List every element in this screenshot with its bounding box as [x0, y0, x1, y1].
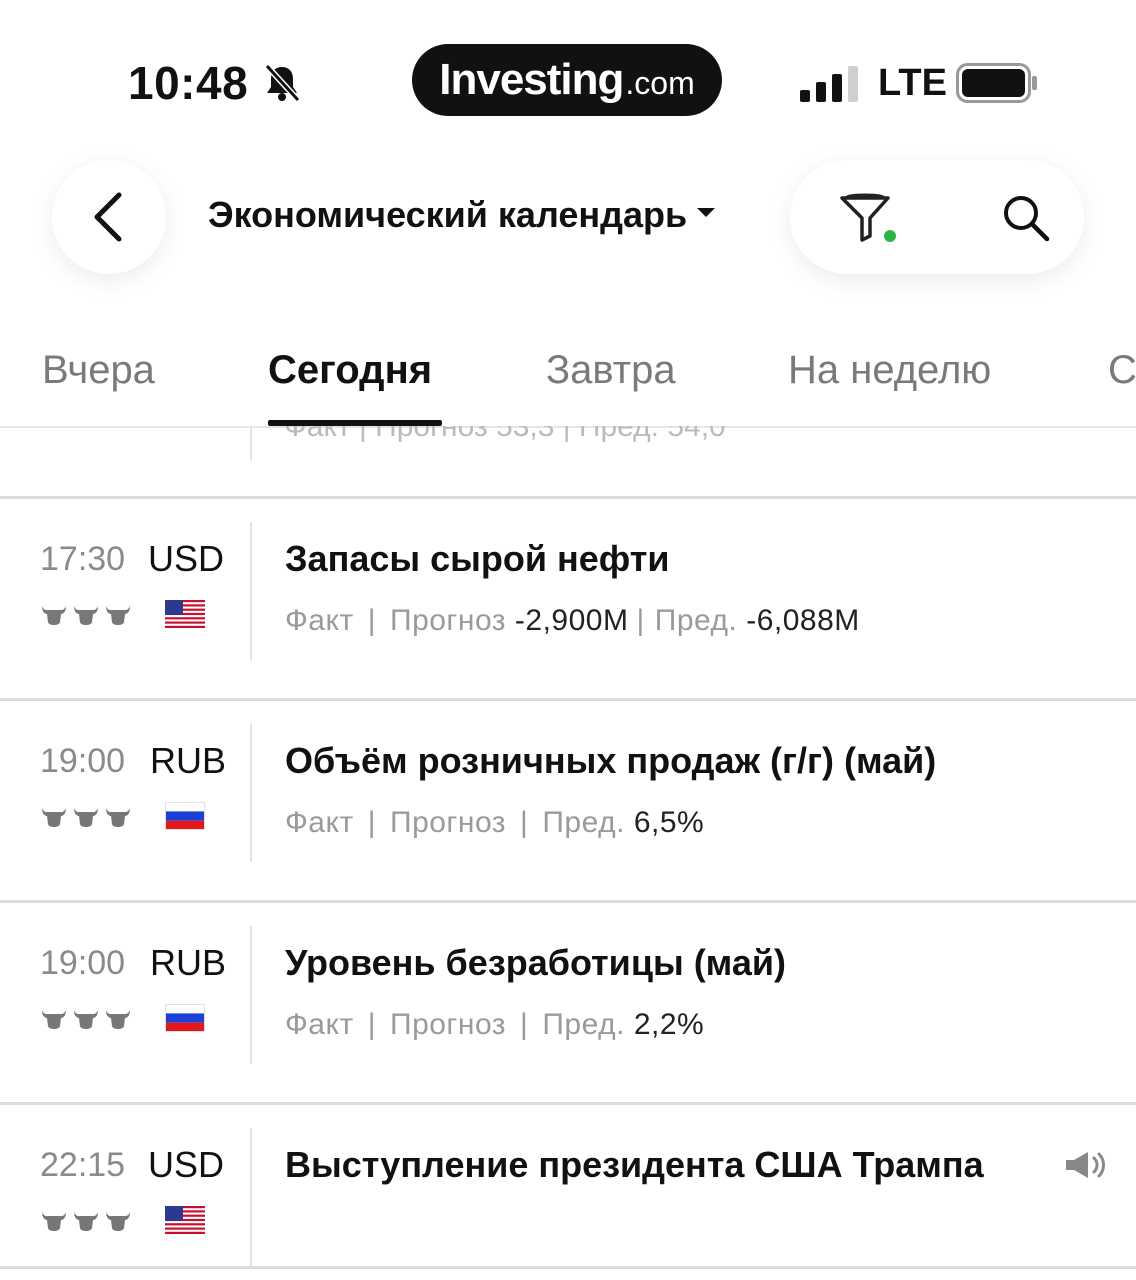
- event-values: Факт | Прогноз | Пред. 6,5%: [285, 806, 705, 839]
- network-type: LTE: [878, 62, 947, 104]
- event-title: Выступление президента США Трампа: [285, 1144, 984, 1185]
- us-flag-icon: [165, 1206, 205, 1234]
- event-time: 22:15: [40, 1146, 126, 1184]
- event-time: 17:30: [40, 540, 126, 578]
- bull-icon: [42, 606, 66, 625]
- list-item-partial[interactable]: Факт | Прогноз 53,3 | Пред. 54,0: [0, 426, 1136, 498]
- row-divider: [250, 522, 252, 660]
- fact-label: Факт: [285, 604, 354, 637]
- event-time: 19:00: [40, 944, 126, 982]
- event-row[interactable]: 22:15 USD Выступление президента США Тра…: [0, 1128, 1136, 1280]
- event-values: Факт | Прогноз -2,900M | Пред. -6,088M: [285, 604, 860, 637]
- us-flag-icon: [165, 600, 205, 628]
- row-separator: [0, 1102, 1136, 1105]
- row-separator: [0, 1266, 1136, 1269]
- chevron-left-icon: [94, 192, 122, 242]
- bull-icon: [74, 1010, 98, 1029]
- event-time: 19:00: [40, 742, 126, 780]
- fact-label: Факт: [285, 1008, 354, 1041]
- date-tabs: Вчера Сегодня Завтра На неделю С: [0, 330, 1136, 428]
- bull-icon: [106, 808, 130, 827]
- signal-icon: [800, 66, 858, 102]
- event-title: Объём розничных продаж (г/г) (май): [285, 740, 937, 781]
- header-actions: [790, 160, 1084, 274]
- search-icon[interactable]: [1000, 192, 1052, 244]
- back-button[interactable]: [52, 160, 166, 274]
- page-title: Экономический календарь: [208, 194, 688, 235]
- event-title: Уровень безработицы (май): [285, 942, 786, 983]
- tab-next-partial[interactable]: С: [1108, 348, 1136, 393]
- importance-indicator: [40, 1006, 136, 1032]
- prev-label: Пред.: [654, 604, 738, 637]
- bull-icon: [106, 606, 130, 625]
- bull-icon: [74, 1212, 98, 1231]
- bull-icon: [42, 808, 66, 827]
- tab-tomorrow[interactable]: Завтра: [546, 348, 676, 393]
- tab-yesterday[interactable]: Вчера: [42, 348, 155, 393]
- event-values: Факт | Прогноз | Пред. 2,2%: [285, 1008, 705, 1041]
- brand-domain: .com: [625, 64, 695, 101]
- prev-label: Пред.: [542, 806, 625, 839]
- event-row[interactable]: 17:30 USD Запасы сырой нефти Факт | Прогно…: [0, 522, 1136, 722]
- row-divider: [250, 724, 252, 862]
- bull-icon: [42, 1212, 66, 1231]
- importance-indicator: [40, 804, 136, 830]
- importance-indicator: [40, 602, 136, 628]
- brand-name: Investing: [439, 55, 624, 104]
- importance-indicator: [40, 1208, 136, 1234]
- forecast-label: Прогноз: [390, 1008, 507, 1041]
- filter-icon[interactable]: [838, 190, 898, 246]
- row-divider: [250, 1128, 252, 1266]
- prev-label: Пред.: [542, 1008, 625, 1041]
- forecast-label: Прогноз: [390, 806, 507, 839]
- fact-label: Факт: [285, 806, 354, 839]
- event-currency: RUB: [150, 942, 227, 983]
- row-divider: [250, 926, 252, 1064]
- prev-value: 6,5%: [633, 806, 705, 839]
- prev-value: -6,088M: [746, 604, 860, 637]
- event-row[interactable]: 19:00 RUB Объём розничных продаж (г/г) (…: [0, 724, 1136, 924]
- bell-muted-icon: [264, 63, 301, 103]
- tab-week[interactable]: На неделю: [788, 348, 991, 393]
- event-currency: RUB: [150, 740, 227, 781]
- event-currency: USD: [148, 1144, 225, 1185]
- bull-icon: [42, 1010, 66, 1029]
- bull-icon: [106, 1010, 130, 1029]
- caret-down-icon: [697, 207, 716, 217]
- partial-row-text: Факт | Прогноз 53,3 | Пред. 54,0: [284, 426, 726, 443]
- tab-today[interactable]: Сегодня: [268, 348, 432, 393]
- prev-value: 2,2%: [633, 1008, 705, 1041]
- speaker-icon: [1066, 1152, 1105, 1178]
- ru-flag-icon: [165, 1004, 205, 1032]
- bull-icon: [106, 1212, 130, 1231]
- row-divider: [250, 426, 252, 460]
- events-list: Факт | Прогноз 53,3 | Пред. 54,0 17:30 U…: [0, 426, 1136, 1280]
- bull-icon: [74, 808, 98, 827]
- battery-icon: [956, 63, 1037, 103]
- row-separator: [0, 496, 1136, 499]
- investing-logo: Investing .com: [412, 44, 722, 116]
- calendar-title-dropdown[interactable]: Экономический календарь: [208, 194, 716, 236]
- status-time: 10:48: [128, 57, 249, 109]
- status-bar: 10:48 Investing .com LTE: [0, 0, 1136, 150]
- event-title: Запасы сырой нефти: [285, 538, 670, 579]
- ru-flag-icon: [165, 802, 205, 830]
- bull-icon: [74, 606, 98, 625]
- event-currency: USD: [148, 538, 225, 579]
- forecast-label: Прогноз: [390, 604, 507, 637]
- event-row[interactable]: 19:00 RUB Уровень безработицы (май) Факт…: [0, 926, 1136, 1126]
- row-separator: [0, 900, 1136, 903]
- row-separator: [0, 698, 1136, 701]
- forecast-value: -2,900M: [514, 604, 629, 637]
